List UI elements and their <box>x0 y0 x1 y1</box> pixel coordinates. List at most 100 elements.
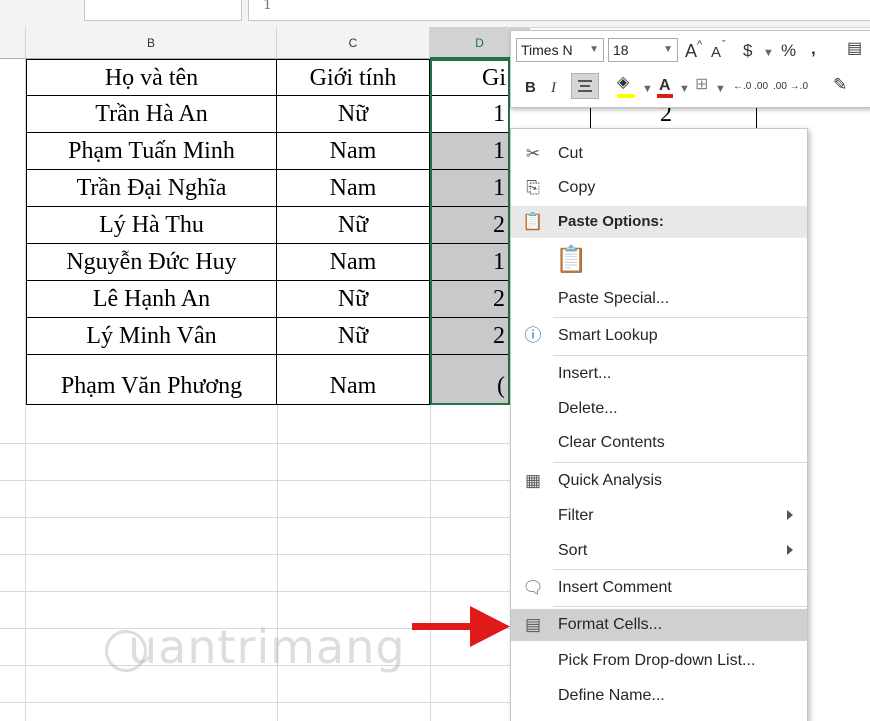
decrease-decimal-button[interactable]: .00 →.0 <box>773 77 808 97</box>
font-size-dropdown[interactable]: 18 ▼ <box>608 38 678 62</box>
borders-icon[interactable]: ⊞ <box>695 75 708 95</box>
menu-item-partial[interactable]: ◎ <box>511 714 807 721</box>
gender-cell[interactable]: Nữ <box>277 96 430 133</box>
value-cell[interactable]: 2 <box>430 318 510 355</box>
menu-item-format-cells[interactable]: ▤ Format Cells... <box>511 609 807 641</box>
value-cell[interactable]: 1 <box>430 170 510 207</box>
align-line <box>578 90 592 92</box>
italic-button[interactable]: I <box>551 78 556 98</box>
menu-item-quick-analysis[interactable]: ▦ Quick Analysis <box>511 465 807 497</box>
value-cell[interactable]: 1 <box>430 244 510 281</box>
bold-button[interactable]: B <box>525 78 536 98</box>
increase-decimal-button[interactable]: ←.0 .00 <box>733 77 768 97</box>
value-cell[interactable]: ( <box>430 368 510 405</box>
menu-item-pick-from-list[interactable]: Pick From Drop-down List... <box>511 645 807 677</box>
menu-separator <box>553 317 807 318</box>
grid-line <box>0 554 510 555</box>
menu-item-label: Quick Analysis <box>558 472 663 489</box>
font-name-value: Times N <box>521 42 573 58</box>
menu-item-copy[interactable]: ⎘ Copy <box>511 172 807 204</box>
menu-item-label: Paste Options: <box>558 213 664 230</box>
menu-item-insert-comment[interactable]: 🗨 Insert Comment <box>511 572 807 604</box>
menu-separator <box>553 462 807 463</box>
comment-icon: 🗨 <box>522 578 544 597</box>
chevron-down-icon[interactable]: ▼ <box>679 79 690 99</box>
increase-font-size-button[interactable]: A <box>685 41 697 61</box>
name-cell[interactable]: Nguyễn Đức Huy <box>26 244 277 281</box>
gender-cell[interactable]: Nữ <box>277 207 430 244</box>
menu-item-sort[interactable]: Sort <box>511 535 807 567</box>
gender-cell[interactable]: Nữ <box>277 281 430 318</box>
row-header-corner[interactable] <box>0 27 26 59</box>
menu-item-paste-special[interactable]: Paste Special... <box>511 283 807 315</box>
formula-input[interactable]: 1 <box>248 0 870 21</box>
name-cell[interactable]: Phạm Văn Phương <box>26 368 277 405</box>
font-color-swatch <box>657 94 673 98</box>
value-cell[interactable]: 2 <box>430 207 510 244</box>
name-cell[interactable]: Lý Hà Thu <box>26 207 277 244</box>
selected-cell-fill <box>430 355 510 368</box>
menu-item-insert[interactable]: Insert... <box>511 358 807 390</box>
gender-cell[interactable]: Nam <box>277 244 430 281</box>
mini-toolbar: Times N ▼ 18 ▼ A ^ A ˇ $ ▼ % , ▤ B I ◈ ▼… <box>510 30 870 108</box>
comma-style-button[interactable]: , <box>811 39 816 59</box>
font-color-button[interactable]: A <box>659 76 671 96</box>
align-line <box>578 80 592 82</box>
menu-item-label: Smart Lookup <box>558 327 658 344</box>
value-cell[interactable]: 1 <box>430 96 510 133</box>
decrease-font-size-button[interactable]: A <box>711 43 721 63</box>
formula-bar: 1 <box>0 0 870 28</box>
fill-color-icon[interactable]: ◈ <box>617 73 629 93</box>
column-header-b[interactable]: B <box>26 27 277 59</box>
name-cell[interactable]: Lý Minh Vân <box>26 318 277 355</box>
value-cell[interactable]: 1 <box>430 133 510 170</box>
gender-cell[interactable]: Nữ <box>277 318 430 355</box>
font-size-value: 18 <box>613 42 629 58</box>
menu-item-clear-contents[interactable]: Clear Contents <box>511 427 807 459</box>
header-name-cell[interactable]: Họ và tên <box>26 59 277 96</box>
currency-format-button[interactable]: $ <box>743 41 752 61</box>
gender-cell[interactable]: Nam <box>277 170 430 207</box>
menu-item-label: Clear Contents <box>558 434 665 451</box>
format-table-icon[interactable]: ▤ <box>847 39 862 59</box>
spreadsheet-window: 1 B C D Họ và tên Giới tính Gi Trần Hà A… <box>0 0 870 721</box>
menu-item-cut[interactable]: ✂ Cut <box>511 138 807 170</box>
name-cell[interactable]: Lê Hạnh An <box>26 281 277 318</box>
menu-item-delete[interactable]: Delete... <box>511 393 807 425</box>
column-header-c[interactable]: C <box>277 27 430 59</box>
paste-icon: 📋 <box>555 244 588 274</box>
menu-separator <box>553 606 807 607</box>
gender-cell[interactable]: Nam <box>277 133 430 170</box>
menu-item-define-name[interactable]: Define Name... <box>511 680 807 712</box>
paste-button[interactable]: 📋 <box>511 241 807 283</box>
menu-item-smart-lookup[interactable]: ⓘ Smart Lookup <box>511 320 807 352</box>
chevron-down-icon[interactable]: ▼ <box>642 79 653 99</box>
name-cell[interactable]: Trần Đại Nghĩa <box>26 170 277 207</box>
font-name-dropdown[interactable]: Times N ▼ <box>516 38 604 62</box>
gender-cell[interactable]: Nam <box>277 368 430 405</box>
header-gender-cell[interactable]: Giới tính <box>277 59 430 96</box>
smart-lookup-icon: ⓘ <box>524 326 542 345</box>
menu-item-label: Cut <box>558 145 583 162</box>
name-box[interactable] <box>84 0 242 21</box>
chevron-down-icon[interactable]: ▼ <box>763 43 774 63</box>
caret-down-icon: ˇ <box>722 39 726 51</box>
quick-analysis-icon: ▦ <box>524 471 542 490</box>
value-cell[interactable]: 2 <box>430 281 510 318</box>
center-align-button[interactable] <box>571 73 599 99</box>
menu-item-filter[interactable]: Filter <box>511 500 807 532</box>
header-third-cell[interactable]: Gi <box>430 59 510 96</box>
chevron-down-icon[interactable]: ▼ <box>715 79 726 99</box>
menu-separator <box>553 569 807 570</box>
name-cell[interactable]: Trần Hà An <box>26 96 277 133</box>
name-cell[interactable]: Phạm Tuấn Minh <box>26 133 277 170</box>
menu-separator <box>553 355 807 356</box>
format-cells-icon: ▤ <box>524 615 542 634</box>
menu-item-label: Delete... <box>558 400 618 417</box>
menu-item-label: Format Cells... <box>558 616 663 633</box>
format-painter-icon[interactable]: ✎ <box>833 75 847 95</box>
grid-line <box>0 443 510 444</box>
grid-line <box>0 591 510 592</box>
grid-line <box>430 405 431 721</box>
percent-style-button[interactable]: % <box>781 41 796 61</box>
